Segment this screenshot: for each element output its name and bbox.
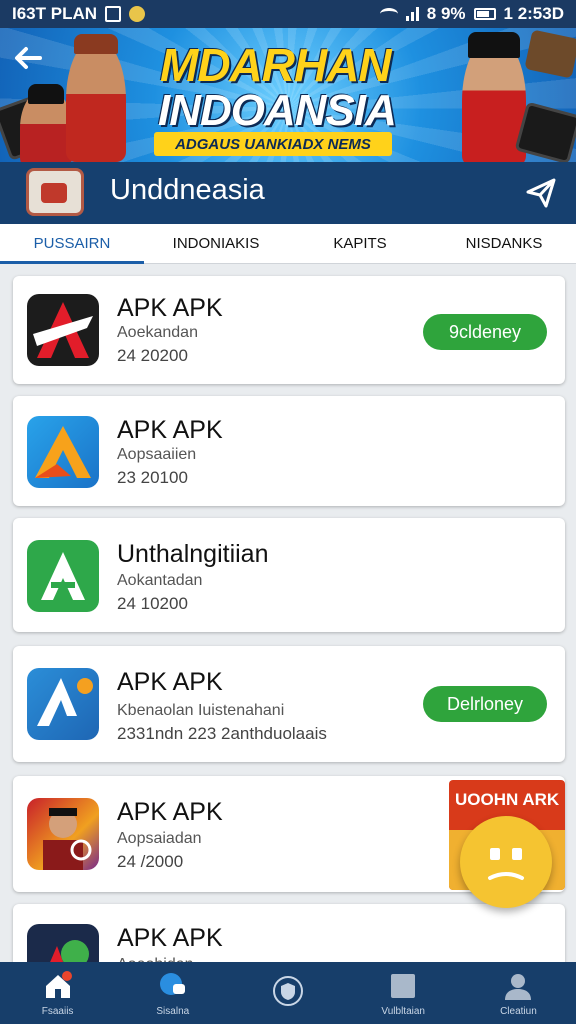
tab-pussairn[interactable]: PUSSAIRN xyxy=(0,224,144,264)
apps-icon xyxy=(391,973,416,998)
tab-indoniakis[interactable]: INDONIAKIS xyxy=(144,224,288,263)
emoji-fab[interactable] xyxy=(460,816,552,908)
app-subtitle: Kbenaolan Iuistenahani xyxy=(117,702,285,719)
person-illustration xyxy=(20,84,72,162)
download-button[interactable]: 9cldeney xyxy=(423,314,547,350)
nav-apps[interactable]: Vulbltaian xyxy=(346,962,461,1024)
app-name: APK APK xyxy=(117,294,223,322)
app-a-icon xyxy=(27,540,99,612)
app-a-icon xyxy=(27,668,99,740)
app-bar: Unddneasia xyxy=(0,162,576,224)
promo-banner[interactable]: MDARHAN INDOANSIA ADGAUS UANKIADX NEMS xyxy=(0,28,576,162)
status-bar: I63T PLAN 8 9% 1 2:53D xyxy=(0,0,576,28)
app-meta: 24 20200 xyxy=(117,346,188,365)
nav-label: Sisalna xyxy=(156,1005,190,1017)
promo-label: UOOHN ARK xyxy=(455,790,560,809)
tab-bar: PUSSAIRN INDONIAKIS KAPITS NISDANKS xyxy=(0,224,576,264)
app-meta: 23 20100 xyxy=(117,468,188,487)
app-notification-icon xyxy=(129,6,146,22)
nav-chat[interactable]: Sisalna xyxy=(115,962,230,1024)
app-name: APK APK xyxy=(117,798,223,826)
app-meta: 24 /2000 xyxy=(117,852,184,871)
send-icon[interactable] xyxy=(524,176,558,210)
app-subtitle: Aopsaiadan xyxy=(117,830,202,847)
nav-home[interactable]: Fsaaiis xyxy=(0,962,115,1024)
tab-kapits[interactable]: KAPITS xyxy=(288,224,432,263)
banner-subtitle: ADGAUS UANKIADX NEMS xyxy=(154,132,392,156)
app-meta: 24 10200 xyxy=(117,594,188,613)
tab-nisdanks[interactable]: NISDANKS xyxy=(432,224,576,263)
app-name: APK APK xyxy=(117,924,223,952)
carrier-text: I63T PLAN xyxy=(12,4,98,23)
list-item[interactable]: APK APK Kbenaolan Iuistenahani 2331ndn 2… xyxy=(13,646,565,762)
wifi-icon xyxy=(379,8,398,20)
app-subtitle: Aokantadan xyxy=(117,572,203,589)
list-item[interactable]: APK APK Aoekandan 24 20200 9cldeney xyxy=(13,276,565,384)
app-name: APK APK xyxy=(117,416,223,444)
nav-profile[interactable]: Cleatiun xyxy=(461,962,576,1024)
nav-label: Cleatiun xyxy=(500,1005,537,1017)
shield-icon xyxy=(273,976,303,1006)
nav-shield[interactable] xyxy=(230,962,345,1024)
signal-icon xyxy=(405,7,419,21)
app-subtitle: Aoekandan xyxy=(117,324,198,341)
back-arrow-icon[interactable] xyxy=(12,42,46,76)
app-name: APK APK xyxy=(117,668,223,696)
battery-icon xyxy=(473,8,496,20)
banner-title-line2: INDOANSIA xyxy=(158,86,397,135)
list-item[interactable]: APK APK Aopsaaiien 23 20100 xyxy=(13,396,565,506)
nav-label: Fsaaiis xyxy=(41,1005,74,1017)
app-name: Unthalngitiian xyxy=(117,540,269,568)
battery-percent: 8 9% xyxy=(426,4,466,23)
home-icon xyxy=(45,970,72,998)
nav-label: Vulbltaian xyxy=(381,1005,425,1017)
person-illustration xyxy=(66,34,126,162)
list-item[interactable]: Unthalngitiian Aokantadan 24 10200 xyxy=(13,518,565,632)
page-title: Unddneasia xyxy=(110,174,265,206)
banner-title: MDARHAN xyxy=(160,39,392,91)
app-a-icon xyxy=(27,294,99,366)
app-a-icon xyxy=(27,416,99,488)
notification-icon xyxy=(105,6,122,22)
app-subtitle: Aopsaaiien xyxy=(117,446,197,463)
app-meta: 2331ndn 223 2anthduolaais xyxy=(117,724,327,743)
bottom-navigation: Fsaaiis Sisalna Vulbltaian Cleatiun xyxy=(0,962,576,1024)
sad-face-icon xyxy=(488,848,524,880)
chat-icon xyxy=(159,972,185,995)
profile-icon xyxy=(505,973,532,1000)
app-person-icon xyxy=(27,798,99,870)
download-button[interactable]: Delrloney xyxy=(423,686,547,722)
clock: 1 2:53D xyxy=(503,4,564,23)
app-logo-icon xyxy=(26,168,84,216)
